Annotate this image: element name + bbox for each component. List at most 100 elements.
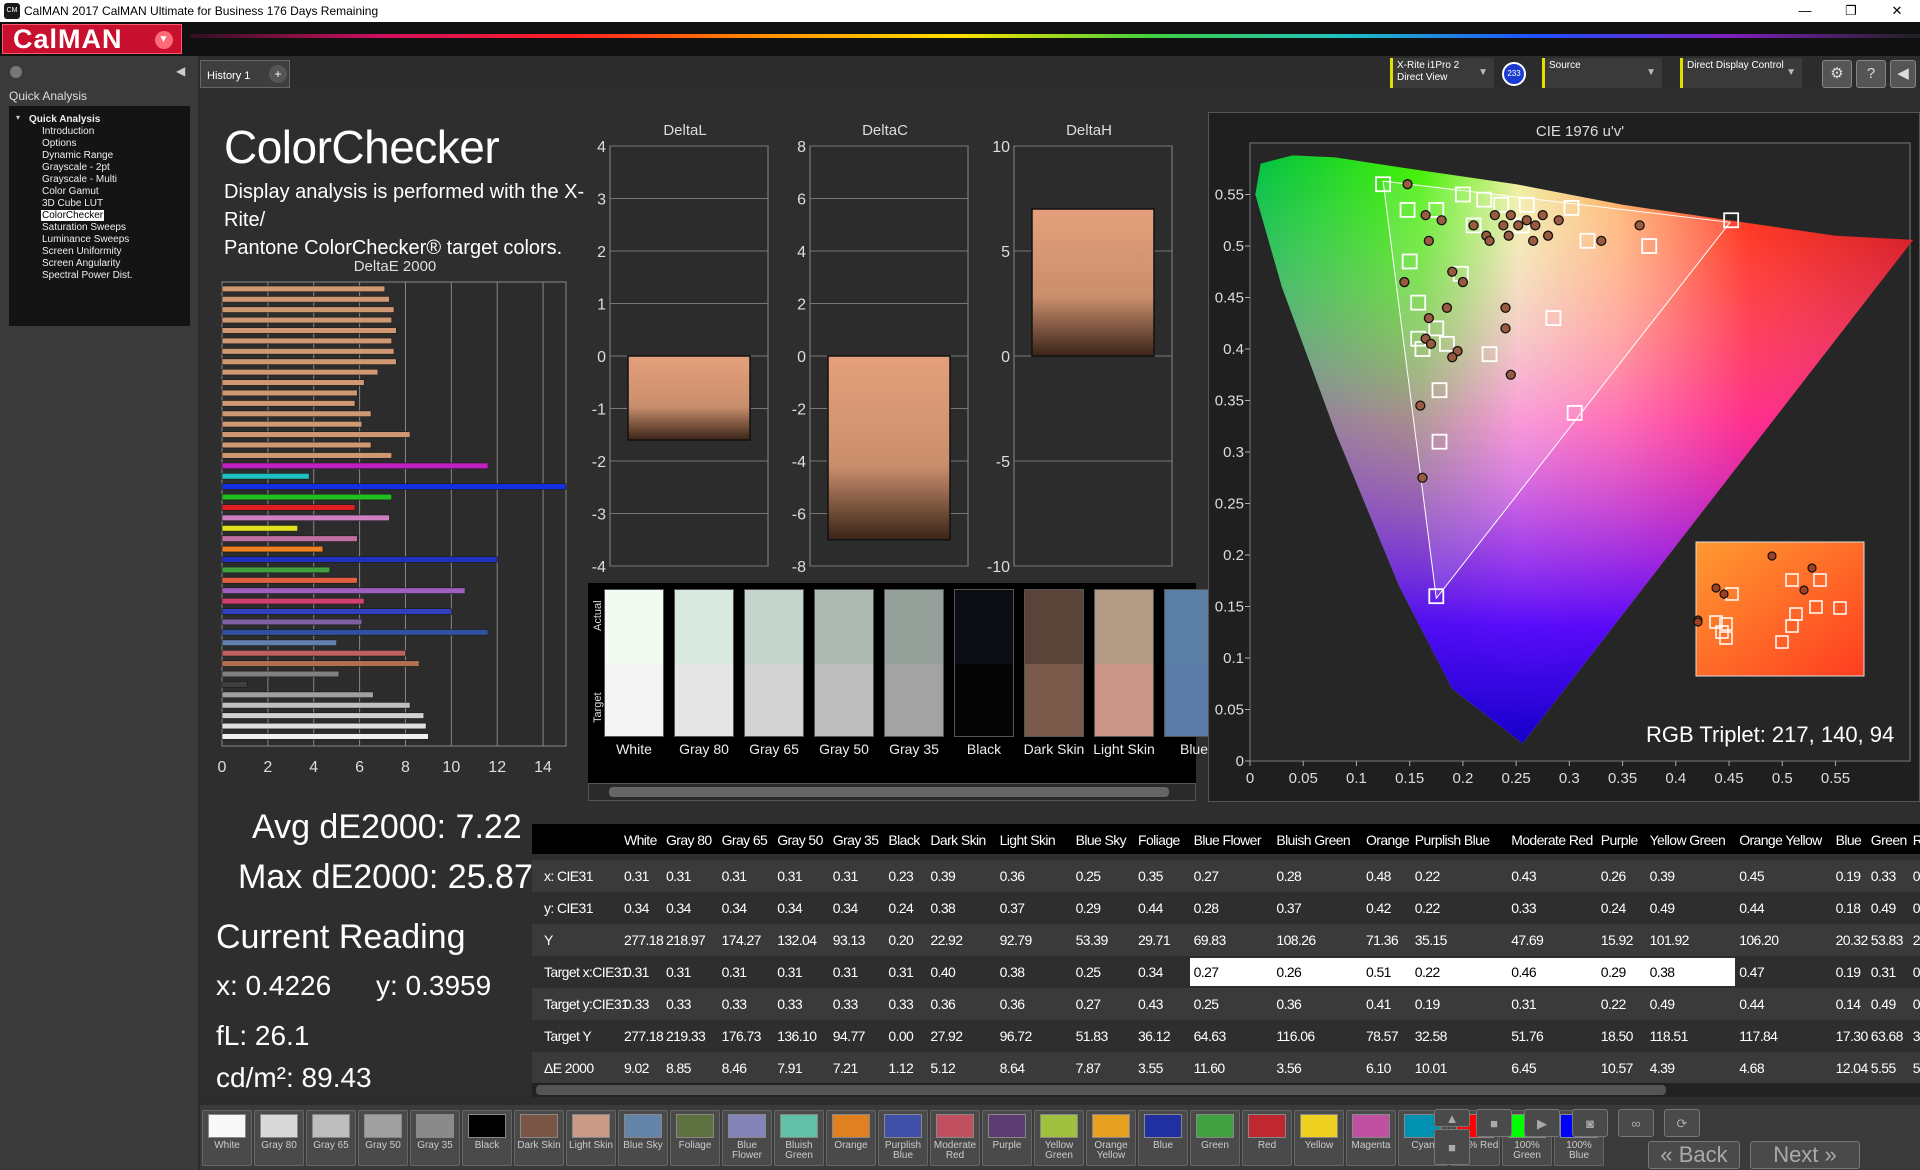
tree-item[interactable]: Screen Angularity — [41, 258, 121, 269]
patch-button[interactable]: Gray 65 — [306, 1110, 356, 1166]
patch-button[interactable]: Orange Yellow — [1086, 1110, 1136, 1166]
target-swatch — [605, 664, 663, 736]
measured-point — [1457, 276, 1469, 288]
measured-point — [1399, 276, 1410, 288]
patch-button[interactable]: Blue — [1138, 1110, 1188, 1166]
table-cell: 6.45 — [1511, 1060, 1537, 1076]
panel-toggle-icon[interactable]: ◀ — [1890, 60, 1916, 88]
inset-measured-point — [1767, 551, 1777, 561]
minimize-icon[interactable]: — — [1782, 0, 1828, 22]
meter-badge[interactable]: 233 — [1502, 62, 1526, 86]
patch-label: Gray 50 — [365, 1140, 401, 1151]
table-cell: 71.36 — [1366, 932, 1399, 948]
tree-root[interactable]: Quick Analysis — [29, 114, 100, 125]
tree-expand-icon[interactable]: ▾ — [16, 113, 20, 122]
patch-button[interactable]: Purple — [982, 1110, 1032, 1166]
table-scrollbar[interactable] — [532, 1083, 1920, 1097]
patch-button[interactable]: Light Skin — [566, 1110, 616, 1166]
record-icon[interactable]: ◙ — [1572, 1109, 1608, 1137]
tree-item[interactable]: Options — [41, 138, 77, 149]
patch-button[interactable]: Blue Flower — [722, 1110, 772, 1166]
max-de2000: Max dE2000: 25.87 — [238, 858, 533, 896]
tree-item[interactable]: Introduction — [41, 126, 95, 137]
tree-item[interactable]: Spectral Power Dist. — [41, 270, 134, 281]
table-cell: 0.49 — [1649, 996, 1675, 1012]
collapse-panel-icon[interactable]: ◀ — [176, 64, 185, 78]
meter-select[interactable]: X-Rite i1Pro 2 Direct View ▼ — [1390, 58, 1494, 88]
patch-button[interactable]: Yellow Green — [1034, 1110, 1084, 1166]
source-select[interactable]: Source ▼ — [1542, 58, 1662, 88]
patch-button[interactable]: Orange — [826, 1110, 876, 1166]
patch-button[interactable]: Purplish Blue — [878, 1110, 928, 1166]
patch-button[interactable]: Black — [462, 1110, 512, 1166]
table-cell: 53.39 — [1075, 932, 1109, 948]
patch-chip — [208, 1114, 246, 1138]
tree-item[interactable]: Screen Uniformity — [41, 246, 122, 257]
y-tick-label: -2 — [792, 402, 806, 419]
patch-button[interactable]: White — [202, 1110, 252, 1166]
swatch-scrollbar[interactable] — [588, 783, 1196, 801]
patch-button[interactable]: Gray 50 — [358, 1110, 408, 1166]
rainbow-strip — [190, 34, 1920, 38]
settings-gear-icon[interactable]: ⚙ — [1822, 60, 1852, 88]
patch-button[interactable]: Gray 80 — [254, 1110, 304, 1166]
tab-history[interactable]: History 1 + — [200, 60, 290, 88]
tree-item[interactable]: Grayscale - Multi — [41, 174, 118, 185]
scrollbar-thumb[interactable] — [536, 1085, 1666, 1095]
close-icon[interactable]: ✕ — [1874, 0, 1920, 22]
stop-record-icon[interactable]: ■ — [1434, 1129, 1470, 1165]
tree-item[interactable]: Dynamic Range — [41, 150, 114, 161]
patch-chip — [988, 1114, 1026, 1138]
table-cell: 0.43 — [1511, 868, 1537, 884]
pin-icon[interactable] — [10, 66, 22, 78]
tree-item[interactable]: Saturation Sweeps — [41, 222, 127, 233]
patch-button[interactable]: Moderate Red — [930, 1110, 980, 1166]
display-select[interactable]: Direct Display Control ▼ — [1680, 58, 1802, 88]
tree-item[interactable]: 3D Cube LUT — [41, 198, 104, 209]
restore-icon[interactable]: ❐ — [1828, 0, 1874, 22]
x-tick-label: 6 — [355, 759, 364, 776]
patch-chip — [1248, 1114, 1286, 1138]
play-icon[interactable]: ▶ — [1524, 1109, 1560, 1137]
add-tab-icon[interactable]: + — [269, 65, 287, 83]
loop-icon[interactable]: ∞ — [1618, 1109, 1654, 1137]
table-cell: 0.18 — [1835, 900, 1861, 916]
table-cell: 7.91 — [777, 1060, 803, 1076]
y-tick-label: 6 — [797, 192, 806, 209]
patch-button[interactable]: Gray 35 — [410, 1110, 460, 1166]
patch-button[interactable]: Yellow — [1294, 1110, 1344, 1166]
patch-button[interactable]: Magenta — [1346, 1110, 1396, 1166]
table-cell: 10.01 — [1414, 1060, 1448, 1076]
help-icon[interactable]: ? — [1856, 60, 1886, 88]
column-header: Yellow Green — [1649, 832, 1726, 848]
deltae-bar — [221, 712, 425, 719]
deltae-bar — [221, 421, 363, 428]
back-button[interactable]: « Back — [1648, 1141, 1740, 1169]
next-button[interactable]: Next » — [1750, 1141, 1860, 1169]
x-tick-label: 0.5 — [1772, 770, 1793, 787]
x-tick-label: 8 — [401, 759, 410, 776]
patch-label: Purplish Blue — [884, 1140, 922, 1161]
scrollbar-thumb[interactable] — [609, 787, 1169, 797]
tree-item[interactable]: Luminance Sweeps — [41, 234, 130, 245]
table-cell: 106.20 — [1739, 932, 1779, 948]
refresh-icon[interactable]: ⟳ — [1664, 1109, 1700, 1137]
table-cell: 0.34 — [666, 900, 691, 916]
tree-item[interactable]: Color Gamut — [41, 186, 100, 197]
tree-item[interactable]: ColorChecker — [41, 210, 105, 221]
patch-chip — [1092, 1114, 1130, 1138]
deltae-bar — [221, 285, 386, 293]
patch-button[interactable]: Blue Sky — [618, 1110, 668, 1166]
row-label: x: CIE31 — [544, 868, 593, 884]
stop-icon[interactable]: ■ — [1476, 1109, 1512, 1137]
patch-button[interactable]: Green — [1190, 1110, 1240, 1166]
tree-item[interactable]: Grayscale - 2pt — [41, 162, 111, 173]
up-icon[interactable]: ▲ — [1434, 1109, 1470, 1127]
calman-logo-button[interactable]: CalMAN ▼ — [2, 24, 182, 54]
x-tick-label: 0.3 — [1559, 770, 1580, 787]
patch-button[interactable]: Red — [1242, 1110, 1292, 1166]
patch-button[interactable]: Dark Skin — [514, 1110, 564, 1166]
patch-button[interactable]: Foliage — [670, 1110, 720, 1166]
patch-chip — [260, 1114, 298, 1138]
patch-button[interactable]: Bluish Green — [774, 1110, 824, 1166]
